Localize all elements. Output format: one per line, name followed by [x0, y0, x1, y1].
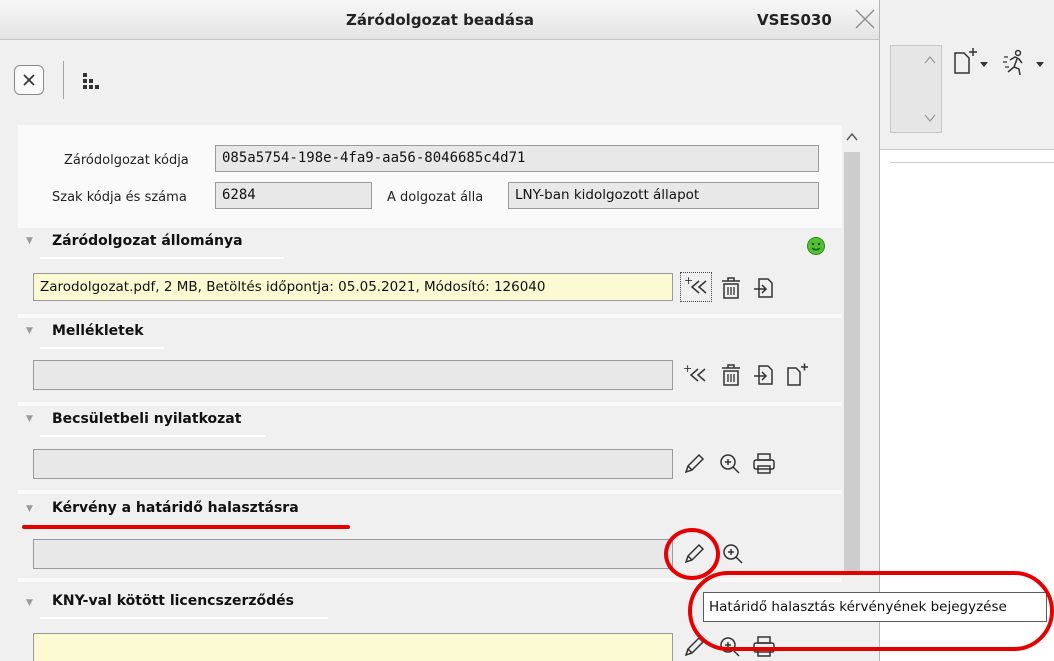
collapse-arrow-icon[interactable]: ▼ [26, 236, 33, 246]
edit-pencil-icon[interactable] [681, 451, 707, 477]
upload-file-icon[interactable]: + [680, 362, 712, 388]
hierarchy-button[interactable] [76, 66, 106, 96]
section-title-license: KNY-val kötött licencszerződés [52, 593, 294, 609]
window-code: VSES030 [757, 11, 832, 29]
thesis-code-label: Záródolgozat kódja [64, 153, 189, 168]
export-icon[interactable] [752, 362, 778, 388]
red-annotation-circle [664, 528, 720, 580]
section-title-attachments: Mellékletek [52, 323, 144, 339]
svg-text:+: + [683, 362, 692, 375]
attachments-field[interactable] [33, 360, 673, 390]
new-document-icon[interactable] [952, 48, 992, 76]
section-title-declaration: Becsületbeli nyilatkozat [52, 411, 242, 427]
dialog-window: Záródolgozat beadása VSES030 Záródolgoza… [0, 0, 880, 661]
zoom-in-icon[interactable] [720, 541, 746, 567]
major-code-label: Szak kódja és száma [52, 190, 187, 205]
section-title-deadline-request: Kérvény a határidő halasztásra [52, 500, 299, 516]
deadline-request-field[interactable] [33, 539, 673, 569]
close-button[interactable] [14, 65, 44, 95]
hierarchy-icon [83, 73, 99, 89]
svg-text:+: + [684, 274, 693, 287]
declaration-field[interactable] [33, 449, 673, 479]
section-underline [40, 347, 164, 349]
section-title-thesis-file: Záródolgozat állománya [52, 233, 243, 249]
new-document-icon[interactable] [784, 362, 810, 388]
section-underline [40, 617, 328, 619]
collapse-arrow-icon[interactable]: ▼ [26, 326, 33, 336]
smiley-icon [806, 236, 826, 256]
dialog-title: Záródolgozat beadása [345, 11, 535, 29]
toolbar [0, 41, 879, 113]
status-label: A dolgozat álla [387, 190, 484, 205]
license-field[interactable] [33, 633, 673, 661]
status-field[interactable]: LNY-ban kidolgozott állapot [508, 182, 819, 209]
print-icon[interactable] [751, 451, 777, 477]
collapse-arrow-icon[interactable]: ▼ [26, 414, 33, 424]
toolbar-separator [63, 61, 64, 99]
scroll-up-icon[interactable] [922, 52, 938, 68]
thesis-code-field[interactable]: 085a5754-198e-4fa9-aa56-8046685c4d71 [215, 145, 819, 172]
close-icon [23, 74, 35, 86]
red-annotation-ellipse [688, 571, 1054, 651]
scroll-up-icon[interactable] [842, 125, 862, 147]
section-underline [40, 435, 266, 437]
thesis-file-field[interactable]: Zarodolgozat.pdf, 2 MB, Betöltés időpont… [33, 273, 673, 301]
collapse-arrow-icon[interactable]: ▼ [26, 598, 33, 608]
export-icon[interactable] [752, 275, 778, 301]
red-annotation-underline [22, 525, 350, 529]
run-icon[interactable] [1002, 48, 1050, 76]
collapse-arrow-icon[interactable]: ▼ [26, 504, 33, 514]
delete-icon[interactable] [718, 362, 744, 388]
background-divider [890, 162, 1054, 163]
scroll-down-icon[interactable] [922, 110, 938, 126]
delete-icon[interactable] [718, 275, 744, 301]
major-code-field[interactable]: 6284 [215, 182, 372, 209]
zoom-in-icon[interactable] [717, 451, 743, 477]
window-close-icon[interactable] [852, 6, 878, 32]
upload-file-icon[interactable]: + [680, 272, 712, 302]
section-underline [40, 257, 284, 259]
scrollbar-thumb[interactable] [844, 152, 860, 572]
